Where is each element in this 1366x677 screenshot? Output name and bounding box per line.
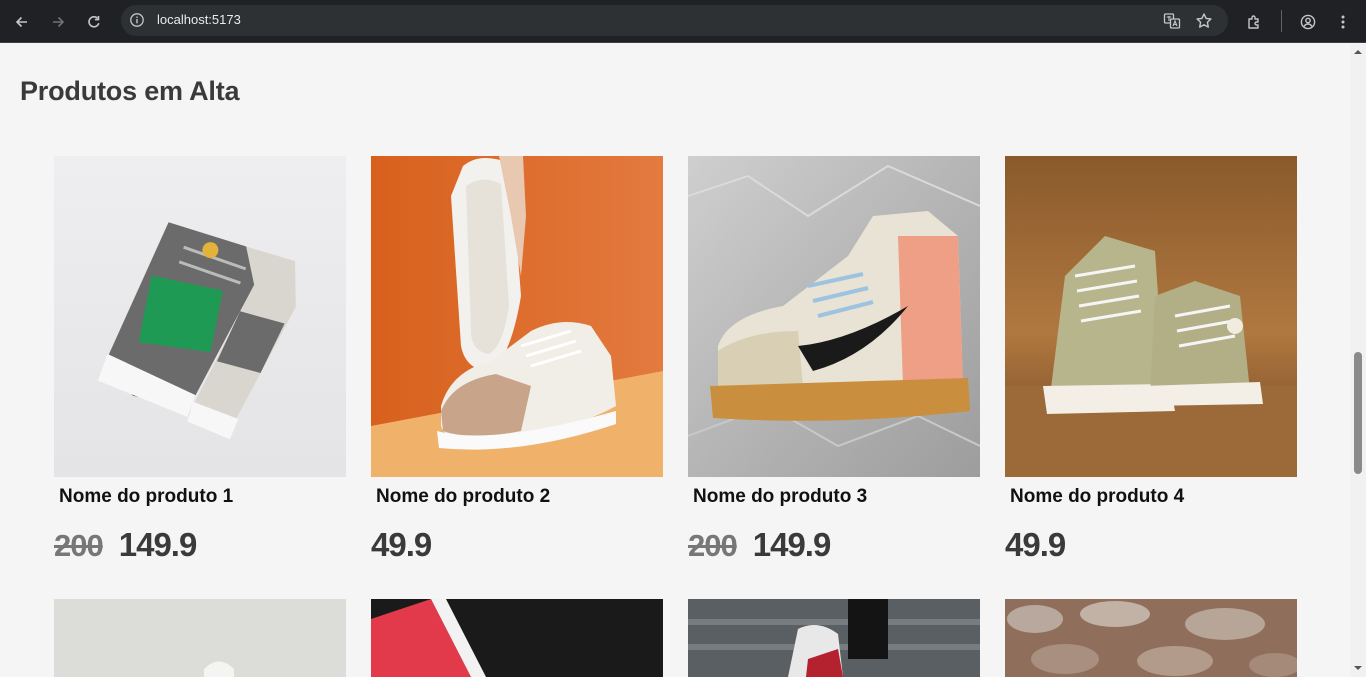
kebab-menu-icon (1341, 15, 1345, 29)
url-text: localhost:5173 (157, 12, 241, 27)
sneaker-image-6 (371, 599, 663, 677)
star-icon (1196, 13, 1212, 28)
product-image[interactable] (54, 599, 346, 677)
current-price: 49.9 (371, 526, 432, 563)
translate-icon (1163, 13, 1181, 29)
product-image[interactable] (371, 599, 663, 677)
product-card[interactable] (54, 599, 346, 677)
product-card[interactable] (371, 599, 663, 677)
puzzle-icon (1248, 15, 1259, 29)
product-card[interactable]: Nome do produto 3 200 149.9 (688, 156, 980, 563)
arrow-right-icon (53, 16, 65, 28)
bookmark-button[interactable] (1194, 11, 1214, 31)
address-bar[interactable]: localhost:5173 (121, 5, 1228, 36)
menu-button[interactable] (1329, 8, 1357, 36)
sneaker-image-1 (54, 156, 346, 477)
product-card[interactable]: Nome do produto 1 200 149.9 (54, 156, 346, 563)
scroll-up-arrow-icon[interactable] (1354, 48, 1362, 56)
account-icon (1300, 14, 1316, 30)
scrollbar-thumb[interactable] (1354, 352, 1362, 474)
product-prices: 200 149.9 (54, 526, 198, 564)
product-prices: 49.9 (1005, 526, 1066, 564)
section-title: Produtos em Alta (20, 76, 240, 106)
translate-button[interactable] (1162, 11, 1182, 31)
profile-button[interactable] (1294, 8, 1322, 36)
product-image[interactable] (1005, 599, 1297, 677)
sneaker-image-8 (1005, 599, 1297, 677)
site-info-icon[interactable] (129, 12, 145, 28)
sneaker-image-7 (688, 599, 980, 677)
extensions-button[interactable] (1240, 8, 1268, 36)
product-image[interactable] (1005, 156, 1297, 477)
product-image[interactable] (688, 156, 980, 477)
sneaker-image-5 (54, 599, 346, 677)
product-image[interactable] (688, 599, 980, 677)
back-button[interactable] (8, 8, 36, 36)
product-name[interactable]: Nome do produto 3 (693, 486, 867, 508)
page-scrollbar[interactable] (1350, 44, 1366, 677)
product-card[interactable] (1005, 599, 1297, 677)
reload-icon (88, 15, 100, 28)
product-prices: 200 149.9 (688, 526, 832, 564)
sneaker-image-3 (688, 156, 980, 477)
product-card[interactable]: Nome do produto 2 49.9 (371, 156, 663, 563)
product-card[interactable]: Nome do produto 4 49.9 (1005, 156, 1297, 563)
browser-toolbar: localhost:5173 (0, 0, 1366, 43)
product-image[interactable] (371, 156, 663, 477)
product-name[interactable]: Nome do produto 2 (376, 486, 550, 508)
reload-button[interactable] (80, 8, 108, 36)
current-price: 149.9 (752, 526, 832, 563)
product-name[interactable]: Nome do produto 1 (59, 486, 233, 508)
forward-button[interactable] (44, 8, 72, 36)
old-price: 200 (54, 528, 104, 563)
current-price: 49.9 (1005, 526, 1066, 563)
product-image[interactable] (54, 156, 346, 477)
scroll-down-arrow-icon[interactable] (1354, 664, 1362, 672)
product-name[interactable]: Nome do produto 4 (1010, 486, 1184, 508)
current-price: 149.9 (118, 526, 198, 563)
product-prices: 49.9 (371, 526, 432, 564)
arrow-left-icon (15, 16, 27, 28)
product-card[interactable] (688, 599, 980, 677)
sneaker-image-4 (1005, 156, 1297, 477)
toolbar-separator (1281, 10, 1282, 32)
sneaker-image-2 (371, 156, 663, 477)
old-price: 200 (688, 528, 738, 563)
page-content: Produtos em Alta Nome do produto 1 200 1… (0, 44, 1350, 677)
